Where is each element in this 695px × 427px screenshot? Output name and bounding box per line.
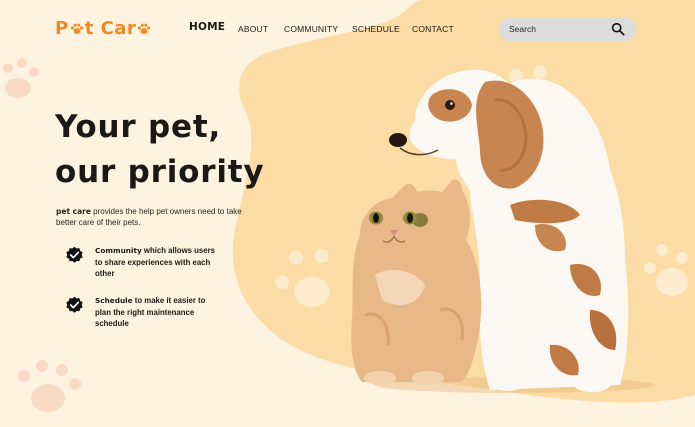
paw-icon — [70, 23, 83, 34]
brand-mention: pet care — [56, 207, 91, 216]
paw-print-decoration — [18, 360, 81, 412]
paw-icon — [138, 23, 151, 34]
puppy-nose — [389, 133, 407, 147]
hero-title-line-1: Your pet, — [55, 109, 222, 145]
check-badge-icon — [66, 246, 83, 263]
hero-title-line-2: our priority — [55, 154, 265, 190]
feature-title: Schedule — [95, 296, 133, 305]
nav-home[interactable]: HOME — [189, 21, 225, 33]
nav-community[interactable]: COMMUNITY — [284, 24, 338, 34]
feature-text: Schedule to make it easier to plan the r… — [95, 295, 220, 330]
nav-schedule[interactable]: SCHEDULE — [352, 24, 400, 34]
hero-description: pet care provides the help pet owners ne… — [56, 206, 246, 228]
feature-title: Community — [95, 246, 142, 255]
kitten — [351, 179, 482, 385]
puppy-eye — [445, 100, 455, 110]
logo-text-end: t Car — [84, 18, 137, 39]
check-badge-icon — [66, 296, 83, 313]
paw-print-decoration — [3, 58, 39, 98]
search-icon[interactable] — [611, 22, 625, 36]
hero-image-kitten-and-puppy — [351, 69, 655, 393]
hero-title: Your pet, our priority — [55, 105, 264, 195]
logo-text-start: P — [55, 18, 69, 39]
logo[interactable]: P t Car — [55, 18, 152, 39]
search-bar[interactable] — [499, 17, 636, 41]
feature-text: Community which allows users to share ex… — [95, 245, 220, 280]
nav-about[interactable]: ABOUT — [238, 24, 268, 34]
nav-contact[interactable]: CONTACT — [412, 24, 454, 34]
search-input[interactable] — [509, 21, 605, 37]
